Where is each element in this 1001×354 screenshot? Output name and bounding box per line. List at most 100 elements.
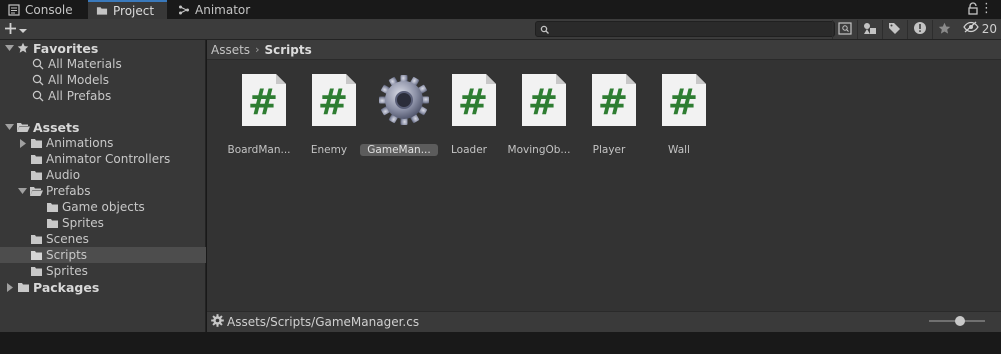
tab-bar: Console Project Animator ⋮: [0, 0, 1001, 19]
breadcrumb-assets[interactable]: Assets: [211, 43, 250, 57]
tab-project[interactable]: Project: [88, 0, 167, 19]
asset-browser: Assets › Scripts # BoardMan... # Enemy G…: [207, 40, 1001, 332]
expanded-arrow-icon[interactable]: [17, 186, 27, 196]
tab-console[interactable]: Console: [0, 0, 81, 19]
search-icon: [31, 90, 45, 102]
chevron-down-icon: [19, 23, 27, 37]
asset-label: Wall: [668, 144, 690, 156]
tree-favorite-item[interactable]: All Models: [0, 72, 206, 88]
filter-type-icon: [863, 22, 877, 38]
search-icon: [31, 58, 45, 70]
breadcrumb-scripts[interactable]: Scripts: [264, 43, 311, 57]
tab-label: Animator: [195, 2, 251, 17]
animator-icon: [178, 4, 190, 16]
folder-icon: [45, 201, 59, 213]
asset-item[interactable]: # Loader: [430, 74, 500, 156]
tree-label: Animator Controllers: [46, 152, 171, 166]
folder-icon: [29, 169, 43, 181]
tree-folder-animator-controllers[interactable]: Animator Controllers: [0, 151, 206, 167]
svg-text:#: #: [528, 82, 558, 123]
breadcrumb: Assets › Scripts: [207, 40, 1001, 60]
star-icon: [938, 22, 951, 38]
search-input[interactable]: [535, 21, 835, 37]
zoom-slider-handle[interactable]: [955, 316, 965, 326]
asset-label: BoardMan...: [227, 144, 291, 156]
hidden-count-label: 20: [981, 21, 997, 36]
tree-folder-audio[interactable]: Audio: [0, 167, 206, 183]
folder-icon: [96, 5, 108, 17]
asset-item[interactable]: # Wall: [640, 74, 710, 156]
collapsed-arrow-icon[interactable]: [4, 282, 14, 292]
tree-packages[interactable]: Packages: [0, 279, 206, 295]
project-toolbar: 20: [0, 19, 1001, 40]
status-bar: Assets/Scripts/GameManager.cs: [207, 311, 1001, 332]
tree-folder-prefab-sprites[interactable]: Sprites: [0, 215, 206, 231]
asset-item[interactable]: # BoardMan...: [220, 74, 291, 156]
svg-text:#: #: [248, 82, 278, 123]
asset-item[interactable]: # Player: [570, 74, 640, 156]
folder-icon: [29, 153, 43, 165]
tree-label: Assets: [33, 119, 80, 135]
gear-icon: [375, 74, 429, 126]
tree-folder-sprites[interactable]: Sprites: [0, 263, 206, 279]
folder-icon: [29, 137, 43, 149]
tab-label: Console: [25, 2, 73, 17]
asset-label: Loader: [451, 144, 487, 156]
filter-log-type-button[interactable]: [907, 20, 931, 39]
search-icon: [31, 74, 45, 86]
tree-label: Scripts: [46, 248, 88, 262]
svg-text:#: #: [318, 82, 348, 123]
collapsed-arrow-icon[interactable]: [17, 138, 27, 148]
tree-folder-scenes[interactable]: Scenes: [0, 231, 206, 247]
tree-label: Favorites: [33, 40, 99, 56]
filter-by-type-button[interactable]: [857, 20, 881, 39]
gear-icon: [211, 314, 224, 330]
filter-by-label-button[interactable]: [882, 20, 906, 39]
tab-animator[interactable]: Animator: [170, 0, 258, 19]
warning-icon: [913, 21, 927, 38]
tree-folder-animations[interactable]: Animations: [0, 135, 206, 151]
folder-icon: [45, 217, 59, 229]
plus-icon: [4, 22, 17, 38]
tree-label: Animations: [46, 136, 114, 150]
folder-icon: [29, 233, 43, 245]
tree-favorite-item[interactable]: All Prefabs: [0, 88, 206, 104]
favorites-button[interactable]: [932, 20, 956, 39]
script-file-icon: #: [445, 74, 496, 126]
tree-label: All Prefabs: [48, 89, 112, 103]
hidden-packages-toggle[interactable]: 20: [962, 21, 997, 36]
breadcrumb-separator: ›: [255, 43, 260, 56]
script-file-icon: #: [585, 74, 636, 126]
tree-favorite-item[interactable]: All Materials: [0, 56, 206, 72]
expanded-arrow-icon[interactable]: [4, 43, 14, 53]
tree-label: Audio: [46, 168, 81, 182]
tree-label: All Models: [48, 73, 109, 87]
zoom-slider[interactable]: [929, 316, 985, 326]
tree-folder-game-objects[interactable]: Game objects: [0, 199, 206, 215]
search-icon: [540, 24, 550, 38]
tree-label: All Materials: [48, 57, 122, 71]
tree-label: Scenes: [46, 232, 89, 246]
asset-grid: # BoardMan... # Enemy GameMan... # Loade…: [207, 60, 1001, 310]
asset-item[interactable]: # Enemy: [290, 74, 360, 156]
folder-open-icon: [16, 121, 30, 133]
tree-assets[interactable]: Assets: [0, 119, 206, 135]
more-options-icon[interactable]: ⋮: [980, 1, 993, 17]
lock-icon[interactable]: [967, 2, 979, 16]
tree-label: Prefabs: [46, 184, 91, 198]
eye-slash-icon: [962, 21, 979, 36]
search-window-icon: [837, 21, 852, 38]
script-file-icon: #: [655, 74, 706, 126]
create-button[interactable]: [4, 21, 27, 38]
tree-folder-prefabs[interactable]: Prefabs: [0, 183, 206, 199]
tree-favorites[interactable]: Favorites: [0, 40, 206, 56]
tree-folder-scripts[interactable]: Scripts: [0, 247, 206, 263]
asset-item-selected[interactable]: GameMan...: [360, 74, 438, 156]
search-by-type-button[interactable]: [832, 20, 856, 39]
project-tree: Favorites All Materials All Models All P…: [0, 40, 206, 332]
tree-label: Packages: [33, 279, 100, 295]
svg-text:#: #: [598, 82, 628, 123]
asset-item[interactable]: # MovingOb...: [500, 74, 570, 156]
expanded-arrow-icon[interactable]: [4, 122, 14, 132]
asset-label: GameMan...: [360, 144, 438, 156]
